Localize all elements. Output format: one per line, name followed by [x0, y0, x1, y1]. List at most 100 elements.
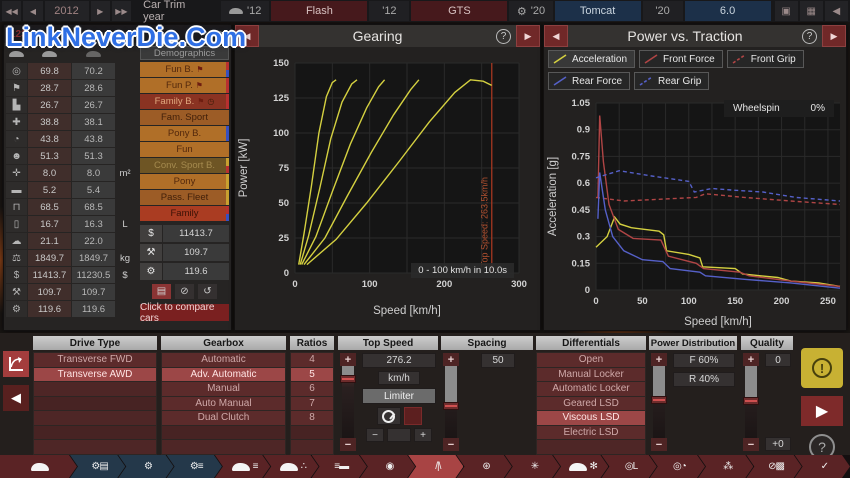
option-adv-automatic[interactable]: Adv. Automatic	[162, 368, 285, 382]
model-year-cell[interactable]: '12	[221, 1, 269, 21]
tab-steering[interactable]: ◎L	[601, 455, 656, 478]
option-4[interactable]: 4	[291, 353, 333, 367]
top-speed-value[interactable]: 276.2	[362, 353, 436, 368]
option-auto-manual[interactable]: Auto Manual	[162, 397, 285, 411]
tab-finish[interactable]: ✓	[795, 455, 850, 478]
legend-rear-grip[interactable]: Rear Grip	[634, 72, 709, 90]
option-automatic[interactable]: Automatic	[162, 353, 285, 367]
tab-suspension[interactable]: ∴	[263, 455, 318, 478]
next-graph-arrow[interactable]: ▶	[516, 25, 540, 47]
discard-button[interactable]: ⊘	[175, 284, 194, 299]
legend-rear-force[interactable]: Rear Force	[548, 72, 630, 90]
demographic-family-b[interactable]: Family B.⚑◷	[140, 94, 229, 109]
option-open[interactable]: Open	[537, 353, 645, 367]
plus-button[interactable]: +	[443, 353, 459, 366]
tab-testing[interactable]: ⊘▩	[746, 455, 801, 478]
limiter-gauge-button[interactable]	[377, 407, 401, 425]
option-8[interactable]: 8	[291, 411, 333, 425]
slider-handle[interactable]	[340, 375, 356, 383]
graph-view-icon[interactable]	[3, 351, 29, 377]
option-geared-lsd[interactable]: Geared LSD	[537, 397, 645, 411]
option-5[interactable]: 5	[291, 368, 333, 382]
showroom-icon[interactable]: ▦	[800, 1, 823, 21]
demographic-fun[interactable]: Fun	[140, 142, 229, 157]
plus-button[interactable]: +	[743, 353, 759, 366]
demographic-fun-b[interactable]: Fun B.⚑	[140, 62, 229, 77]
engine-family-cell[interactable]: Tomcat	[555, 1, 641, 21]
option-automatic-locker[interactable]: Automatic Locker	[537, 382, 645, 396]
quality-slider[interactable]: + −	[743, 353, 759, 451]
back-icon[interactable]: ◀	[825, 1, 848, 21]
option-viscous-lsd[interactable]: Viscous LSD	[537, 411, 645, 425]
tab-gearing[interactable]: /|\	[408, 455, 463, 478]
limiter-button[interactable]: Limiter	[362, 388, 436, 404]
tab-car-body[interactable]	[0, 455, 77, 478]
legend-front-force[interactable]: Front Force	[639, 50, 723, 68]
plus-button[interactable]: +	[340, 353, 356, 366]
next-graph-arrow[interactable]: ▶	[822, 25, 846, 47]
minus-button[interactable]: −	[651, 438, 667, 451]
model-name-cell[interactable]: Flash	[271, 1, 367, 21]
power-distribution-slider[interactable]: + −	[651, 353, 667, 451]
prev-graph-arrow[interactable]: ◀	[235, 25, 259, 47]
tab-engine-variant[interactable]: ⚙	[118, 455, 173, 478]
demographic-fun-p[interactable]: Fun P.⚑	[140, 78, 229, 93]
limiter-plus-button[interactable]: +	[414, 428, 432, 442]
legend-front-grip[interactable]: Front Grip	[727, 50, 804, 68]
option-electric-lsd[interactable]: Electric LSD	[537, 426, 645, 440]
notes-button[interactable]: ▤	[152, 284, 171, 299]
tab-drivetrain[interactable]: ≡▬	[312, 455, 367, 478]
help-icon[interactable]: ?	[496, 29, 511, 44]
option-manual-locker[interactable]: Manual Locker	[537, 368, 645, 382]
help-icon[interactable]: ?	[802, 29, 817, 44]
trim-name-cell[interactable]: GTS	[411, 1, 507, 21]
demographic-fam-sport[interactable]: Fam. Sport	[140, 110, 229, 125]
slider-handle[interactable]	[743, 397, 759, 405]
tab-aerodynamics[interactable]: ✻	[553, 455, 608, 478]
minus-button[interactable]: −	[340, 438, 356, 451]
limiter-minus-button[interactable]: −	[366, 428, 384, 442]
slider-handle[interactable]	[443, 402, 459, 410]
option-transverse-awd[interactable]: Transverse AWD	[34, 368, 156, 382]
slider-handle[interactable]	[651, 396, 667, 404]
demographic-pass-fleet[interactable]: Pass. Fleet	[140, 190, 229, 205]
variant-year-cell[interactable]: '20	[643, 1, 683, 21]
trim-year-cell[interactable]: '12	[369, 1, 409, 21]
tab-driver-assists[interactable]: ⁂	[698, 455, 753, 478]
tab-engine-family[interactable]: ⚙▤	[70, 455, 125, 478]
option-transverse-fwd[interactable]: Transverse FWD	[34, 353, 156, 367]
next-step-button[interactable]: ▶	[801, 396, 843, 426]
engine-year-cell[interactable]: ⚙ '20	[509, 1, 552, 21]
limiter-toggle[interactable]	[404, 407, 422, 425]
top-speed-slider[interactable]: + −	[340, 353, 356, 451]
slider-track[interactable]	[653, 366, 665, 438]
slider-track[interactable]	[445, 366, 457, 438]
warnings-button[interactable]: !	[801, 348, 843, 388]
tab-wheels-tires[interactable]: ◉	[360, 455, 415, 478]
variant-name-cell[interactable]: 6.0	[685, 1, 771, 21]
tab-brakes[interactable]: ⊛	[456, 455, 511, 478]
tab-trim-fixtures[interactable]: ≡	[215, 455, 270, 478]
prev-graph-arrow[interactable]: ◀	[544, 25, 568, 47]
option-7[interactable]: 7	[291, 397, 333, 411]
demographic-family[interactable]: Family	[140, 206, 229, 221]
back-arrow-icon[interactable]: ◀	[3, 385, 29, 411]
option-6[interactable]: 6	[291, 382, 333, 396]
option-dual-clutch[interactable]: Dual Clutch	[162, 411, 285, 425]
plus-button[interactable]: +	[651, 353, 667, 366]
demographic-pony-b[interactable]: Pony B.	[140, 126, 229, 141]
tab-rims[interactable]: ✳	[505, 455, 560, 478]
limiter-value-field[interactable]	[387, 428, 411, 442]
slider-track[interactable]	[342, 366, 354, 438]
year-first-button[interactable]: ◀◀	[2, 1, 21, 21]
demographic-conv-sport-b[interactable]: Conv. Sport B.	[140, 158, 229, 173]
option-manual[interactable]: Manual	[162, 382, 285, 396]
year-last-button[interactable]: ▶▶	[112, 1, 131, 21]
undo-button[interactable]: ↺	[198, 284, 217, 299]
compare-cars-button[interactable]: Click to compare cars	[140, 304, 229, 321]
demographic-pony[interactable]: Pony	[140, 174, 229, 189]
tab-brake-balance[interactable]: ◎◔	[650, 455, 705, 478]
photo-mode-icon[interactable]: ▣	[775, 1, 798, 21]
minus-button[interactable]: −	[743, 438, 759, 451]
tab-engine-tuning[interactable]: ⚙≡	[167, 455, 222, 478]
